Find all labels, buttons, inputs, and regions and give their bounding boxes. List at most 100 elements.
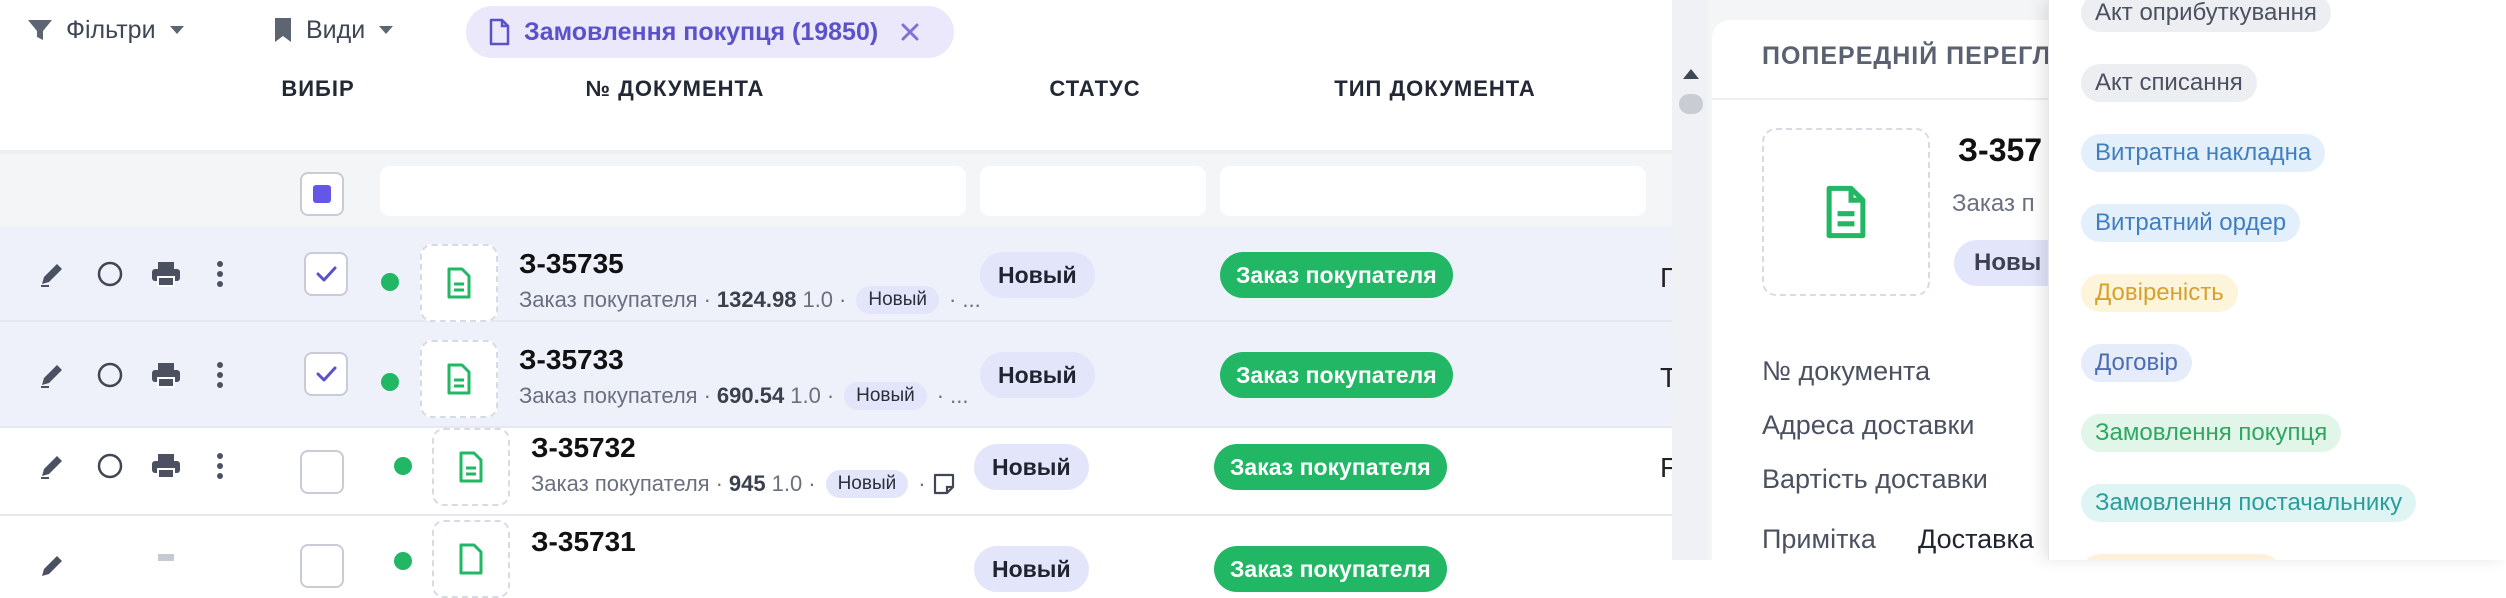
close-icon[interactable] xyxy=(900,22,920,42)
note-icon xyxy=(932,472,956,496)
doc-type-option[interactable]: Замовлення покупця xyxy=(2081,414,2342,452)
row-checkbox[interactable] xyxy=(300,450,344,494)
scroll-thumb[interactable] xyxy=(1679,94,1703,114)
doc-number-filter-input[interactable] xyxy=(380,166,966,216)
status-dot xyxy=(381,373,399,391)
circle-icon[interactable] xyxy=(90,446,130,486)
doc-type-badge: Заказ покупателя xyxy=(1220,252,1453,298)
edit-icon[interactable] xyxy=(32,546,72,586)
preview-field-delivery-address: Адреса доставки xyxy=(1762,410,1975,440)
doc-tail: ... xyxy=(950,383,969,408)
separator: · xyxy=(949,287,957,312)
doc-amount: 1324.98 xyxy=(716,287,797,312)
doc-type-option[interactable]: Довіреність xyxy=(2081,274,2238,312)
doc-type-option[interactable]: Договір xyxy=(2081,344,2192,382)
table-row[interactable]: З-35732 Заказ покупателя · 945 1.0 · Нов… xyxy=(0,428,1677,516)
more-vertical-icon[interactable] xyxy=(200,355,240,395)
views-label: Види xyxy=(306,15,366,44)
status-dot xyxy=(381,273,399,291)
column-header-doc-number[interactable]: № ДОКУМЕНТА xyxy=(520,76,830,102)
doc-type-option-peek xyxy=(2081,554,2281,560)
filter-icon xyxy=(26,17,54,43)
chevron-down-icon xyxy=(377,24,395,36)
preview-note-value: Доставка xyxy=(1918,524,2034,554)
doc-type-option[interactable]: Витратний ордер xyxy=(2081,204,2301,242)
print-icon[interactable] xyxy=(146,355,186,395)
views-button[interactable]: Види xyxy=(272,8,395,52)
chevron-down-icon xyxy=(168,24,186,36)
doc-kind: Заказ покупателя xyxy=(519,287,698,312)
separator: · xyxy=(703,287,711,312)
table-row[interactable]: З-35733 Заказ покупателя · 690.54 1.0 · … xyxy=(0,322,1677,428)
doc-type-badge: Заказ покупателя xyxy=(1214,546,1447,592)
doc-qty: 1.0 xyxy=(802,287,834,312)
status-filter-input[interactable] xyxy=(980,166,1206,216)
doc-type-option[interactable]: Витратна накладна xyxy=(2081,134,2326,172)
preview-divider xyxy=(1712,98,2052,100)
status-badge: Новый xyxy=(980,252,1095,298)
doc-number[interactable]: З-35733 xyxy=(519,344,624,376)
row-checkbox[interactable] xyxy=(304,352,348,396)
filters-button[interactable]: Фільтри xyxy=(26,8,186,52)
row-checkbox[interactable] xyxy=(304,252,348,296)
doc-type-filter-input[interactable] xyxy=(1220,166,1646,216)
doc-kind: Заказ покупателя xyxy=(519,383,698,408)
active-filter-chip[interactable]: Замовлення покупця (19850) xyxy=(466,6,954,58)
doc-qty: 1.0 xyxy=(790,383,821,408)
doc-amount: 945 xyxy=(728,471,766,496)
mini-status-badge: Новый xyxy=(856,286,940,314)
document-icon xyxy=(488,18,510,46)
status-dot xyxy=(394,552,412,570)
doc-qty: 1.0 xyxy=(771,471,803,496)
edit-icon[interactable] xyxy=(32,446,72,486)
circle-icon[interactable] xyxy=(90,355,130,395)
doc-type-option[interactable]: Замовлення постачальнику xyxy=(2081,484,2417,522)
print-icon[interactable] xyxy=(146,446,186,486)
edit-icon[interactable] xyxy=(32,355,72,395)
doc-type-badge: Заказ покупателя xyxy=(1220,352,1453,398)
separator: · xyxy=(808,471,816,496)
vertical-scrollbar[interactable] xyxy=(1672,0,1708,560)
doc-amount: 690.54 xyxy=(716,383,785,408)
column-header-doc-type[interactable]: ТИП ДОКУМЕНТА xyxy=(1290,76,1580,102)
status-badge: Новый xyxy=(980,352,1095,398)
circle-icon[interactable] xyxy=(90,254,130,294)
preview-field-delivery-cost: Вартість доставки xyxy=(1762,464,1988,494)
more-vertical-icon[interactable] xyxy=(200,446,240,486)
doc-number[interactable]: З-35731 xyxy=(531,526,636,558)
document-thumbnail xyxy=(420,244,498,322)
status-badge: Новый xyxy=(974,546,1089,592)
doc-summary: Заказ покупателя · 1324.98 1.0 · Новый ·… xyxy=(519,286,981,314)
preview-subtitle: Заказ п xyxy=(1952,190,2035,217)
status-dot xyxy=(394,457,412,475)
edit-icon[interactable] xyxy=(32,254,72,294)
mini-status-badge: Новый xyxy=(844,382,927,410)
doc-type-badge: Заказ покупателя xyxy=(1214,444,1447,490)
active-filter-label: Замовлення покупця (19850) xyxy=(524,17,879,46)
preview-doc-number: З-357 xyxy=(1958,132,2043,168)
separator: · xyxy=(715,471,723,496)
table-row[interactable]: З-35735 Заказ покупателя · 1324.98 1.0 ·… xyxy=(0,226,1675,322)
column-header-select[interactable]: ВИБІР xyxy=(268,76,368,102)
doc-tail: ... xyxy=(962,287,981,312)
scroll-up-arrow-icon[interactable] xyxy=(1682,68,1700,80)
column-header-status[interactable]: СТАТУС xyxy=(1010,76,1180,102)
doc-number[interactable]: З-35735 xyxy=(519,248,624,280)
status-badge: Новый xyxy=(974,444,1089,490)
document-thumbnail xyxy=(432,520,510,598)
preview-thumbnail xyxy=(1762,128,1930,296)
preview-title: ПОПЕРЕДНІЙ ПЕРЕГЛЯД xyxy=(1762,42,2089,70)
more-vertical-icon[interactable] xyxy=(200,254,240,294)
doc-type-option[interactable]: Акт оприбуткування xyxy=(2081,0,2331,32)
column-filter-row xyxy=(0,154,1672,226)
table-row[interactable]: З-35731 Новый Заказ покупателя xyxy=(0,516,1672,598)
separator: · xyxy=(703,383,711,408)
select-all-checkbox[interactable] xyxy=(300,172,344,216)
row-checkbox[interactable] xyxy=(300,544,344,588)
print-icon[interactable] xyxy=(146,546,186,586)
document-thumbnail xyxy=(420,340,498,418)
doc-number[interactable]: З-35732 xyxy=(531,432,636,464)
print-icon[interactable] xyxy=(146,254,186,294)
doc-type-dropdown[interactable]: Акт оприбуткування Акт списання Витратна н… xyxy=(2048,0,2506,560)
doc-type-option[interactable]: Акт списання xyxy=(2081,64,2257,102)
